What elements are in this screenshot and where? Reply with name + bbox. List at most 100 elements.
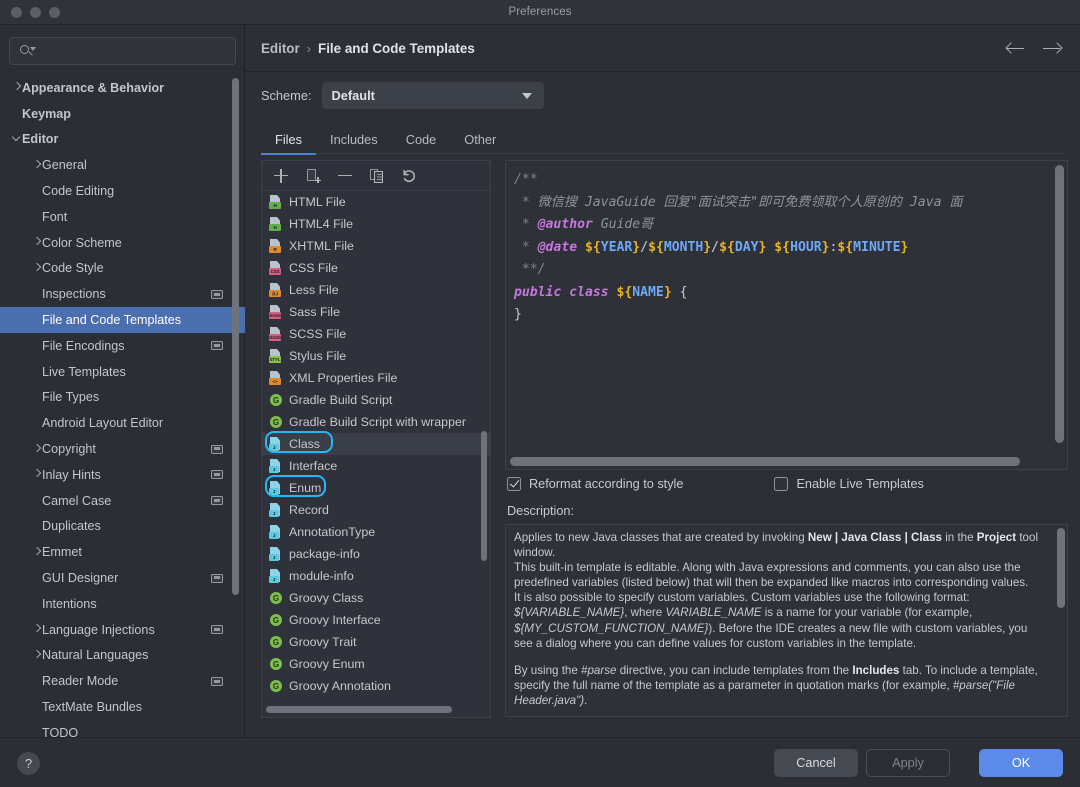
template-list-item[interactable]: G Gradle Build Script with wrapper xyxy=(262,411,490,433)
add-template-button[interactable] xyxy=(273,168,289,184)
breadcrumb-parent[interactable]: Editor xyxy=(261,41,300,56)
template-list-item-label: Groovy Class xyxy=(289,591,364,605)
code-token: } xyxy=(703,239,712,255)
template-tabs[interactable]: Files Includes Code Other xyxy=(261,125,1066,155)
template-list-item[interactable]: Jpackage-info xyxy=(262,543,490,565)
sidebar-item-copyright[interactable]: Copyright xyxy=(0,436,245,462)
sidebar-item-inlay-hints[interactable]: Inlay Hints xyxy=(0,462,245,488)
sidebar-item-keymap[interactable]: Keymap xyxy=(0,101,245,127)
template-list-item[interactable]: G Groovy Class xyxy=(262,587,490,609)
template-list-item[interactable]: G Groovy Trait xyxy=(262,631,490,653)
description-label: Description: xyxy=(507,504,574,518)
sidebar-item-intentions[interactable]: Intentions xyxy=(0,591,245,617)
sidebar-item-reader-mode[interactable]: Reader Mode xyxy=(0,668,245,694)
editor-vscrollbar[interactable] xyxy=(1055,165,1064,443)
search-input[interactable] xyxy=(35,44,235,58)
sidebar-item-todo[interactable]: TODO xyxy=(0,720,245,737)
ok-button[interactable]: OK xyxy=(979,749,1063,777)
template-list-item[interactable]: Jmodule-info xyxy=(262,565,490,587)
sidebar-scrollbar[interactable] xyxy=(232,78,239,595)
template-list-item[interactable]: {L} Less File xyxy=(262,279,490,301)
chevron-right-icon[interactable] xyxy=(12,82,24,93)
template-list-item[interactable]: <> XML Properties File xyxy=(262,367,490,389)
template-list-item[interactable]: J Enum xyxy=(262,477,490,499)
chevron-right-icon[interactable] xyxy=(32,546,44,558)
chevron-right-icon[interactable] xyxy=(32,649,44,661)
sidebar-item-live-templates[interactable]: Live Templates xyxy=(0,359,245,385)
sidebar-item-code-editing[interactable]: Code Editing xyxy=(0,178,245,204)
template-list-item[interactable]: J AnnotationType xyxy=(262,521,490,543)
template-list-item[interactable]: SASS Sass File xyxy=(262,301,490,323)
sidebar-item-code-style[interactable]: Code Style xyxy=(0,256,245,282)
template-list-item[interactable]: G Groovy Enum xyxy=(262,653,490,675)
template-list-item[interactable]: G Groovy Annotation xyxy=(262,675,490,697)
sidebar-item-file-types[interactable]: File Types xyxy=(0,385,245,411)
copy-template-button[interactable] xyxy=(305,168,321,184)
chevron-down-icon xyxy=(521,93,532,99)
template-list-item[interactable]: J Record xyxy=(262,499,490,521)
chevron-right-icon[interactable] xyxy=(32,159,44,171)
sidebar-item-camel-case[interactable]: Camel Case xyxy=(0,488,245,514)
reset-template-button[interactable] xyxy=(401,168,417,184)
sidebar-item-emmet[interactable]: Emmet xyxy=(0,539,245,565)
chevron-right-icon[interactable] xyxy=(32,236,44,248)
chevron-right-icon[interactable] xyxy=(32,262,44,274)
tab-includes[interactable]: Includes xyxy=(316,125,392,154)
live-templates-checkbox[interactable]: Enable Live Templates xyxy=(774,477,924,491)
chevron-right-icon[interactable] xyxy=(32,623,44,635)
editor-hscrollbar[interactable] xyxy=(510,457,1020,466)
template-list-item[interactable]: R XHTML File xyxy=(262,235,490,257)
sidebar-item-file-and-code-templates[interactable]: File and Code Templates xyxy=(0,307,245,333)
sidebar-item-editor[interactable]: Editor xyxy=(0,127,245,153)
chevron-right-icon[interactable] xyxy=(32,469,44,480)
template-code-editor[interactable]: /** * 微信搜 JavaGuide 回复"面试突击"即可免费领取个人原创的 … xyxy=(506,161,1053,455)
template-list-item[interactable]: G Groovy Interface xyxy=(262,609,490,631)
help-button[interactable]: ? xyxy=(17,752,40,775)
sidebar-item-inspections[interactable]: Inspections xyxy=(0,281,245,307)
sidebar-item-gui-designer[interactable]: GUI Designer xyxy=(0,565,245,591)
template-list-item[interactable]: STYL Stylus File xyxy=(262,345,490,367)
apply-button[interactable]: Apply xyxy=(866,749,950,777)
template-list[interactable]: H HTML File H HTML4 File R XHTML File CSS CSS F… xyxy=(262,191,490,704)
forward-arrow-icon[interactable] xyxy=(1042,40,1063,56)
tab-files[interactable]: Files xyxy=(261,125,317,155)
sidebar-item-appearance-behavior[interactable]: Appearance & Behavior xyxy=(0,75,245,101)
sidebar-item-label: Copyright xyxy=(42,442,96,457)
navigation-buttons xyxy=(1005,40,1063,56)
sidebar-item-duplicates[interactable]: Duplicates xyxy=(0,514,245,540)
template-list-item[interactable]: CSS CSS File xyxy=(262,257,490,279)
sidebar-item-file-encodings[interactable]: File Encodings xyxy=(0,333,245,359)
description-scrollbar[interactable] xyxy=(1057,528,1065,608)
project-settings-badge-icon xyxy=(211,444,223,454)
template-list-item[interactable]: SASS SCSS File xyxy=(262,323,490,345)
chevron-right-icon[interactable] xyxy=(32,443,44,455)
template-list-item[interactable]: J Interface xyxy=(262,455,490,477)
template-list-item[interactable]: J Class xyxy=(262,433,490,455)
search-box[interactable] xyxy=(9,37,236,65)
settings-tree[interactable]: Appearance & Behavior Keymap Editor General… xyxy=(0,75,245,737)
sidebar-item-general[interactable]: General xyxy=(0,152,245,178)
sidebar-item-language-injections[interactable]: Language Injections xyxy=(0,617,245,643)
sidebar-item-color-scheme[interactable]: Color Scheme xyxy=(0,230,245,256)
sidebar-item-android-layout-editor[interactable]: Android Layout Editor xyxy=(0,410,245,436)
remove-template-button[interactable] xyxy=(337,168,353,184)
template-list-vscrollbar[interactable] xyxy=(481,431,487,561)
cancel-button[interactable]: Cancel xyxy=(774,749,858,777)
tab-code[interactable]: Code xyxy=(392,125,451,154)
reformat-checkbox[interactable]: Reformat according to style xyxy=(507,477,683,491)
back-arrow-icon[interactable] xyxy=(1005,40,1026,56)
duplicate-template-button[interactable] xyxy=(369,168,385,184)
template-list-item[interactable]: G Gradle Build Script xyxy=(262,389,490,411)
template-list-item-label: module-info xyxy=(289,569,354,583)
template-list-toolbar[interactable] xyxy=(262,161,490,191)
sidebar-item-textmate-bundles[interactable]: TextMate Bundles xyxy=(0,694,245,720)
template-list-hscrollbar[interactable] xyxy=(266,706,452,713)
sidebar-item-natural-languages[interactable]: Natural Languages xyxy=(0,643,245,669)
tab-other[interactable]: Other xyxy=(450,125,510,154)
scheme-dropdown[interactable]: Default xyxy=(321,82,544,109)
template-list-item[interactable]: H HTML File xyxy=(262,191,490,213)
sidebar-item-font[interactable]: Font xyxy=(0,204,245,230)
page-title: File and Code Templates xyxy=(318,40,475,56)
template-list-item[interactable]: H HTML4 File xyxy=(262,213,490,235)
chevron-down-icon[interactable] xyxy=(11,132,24,145)
